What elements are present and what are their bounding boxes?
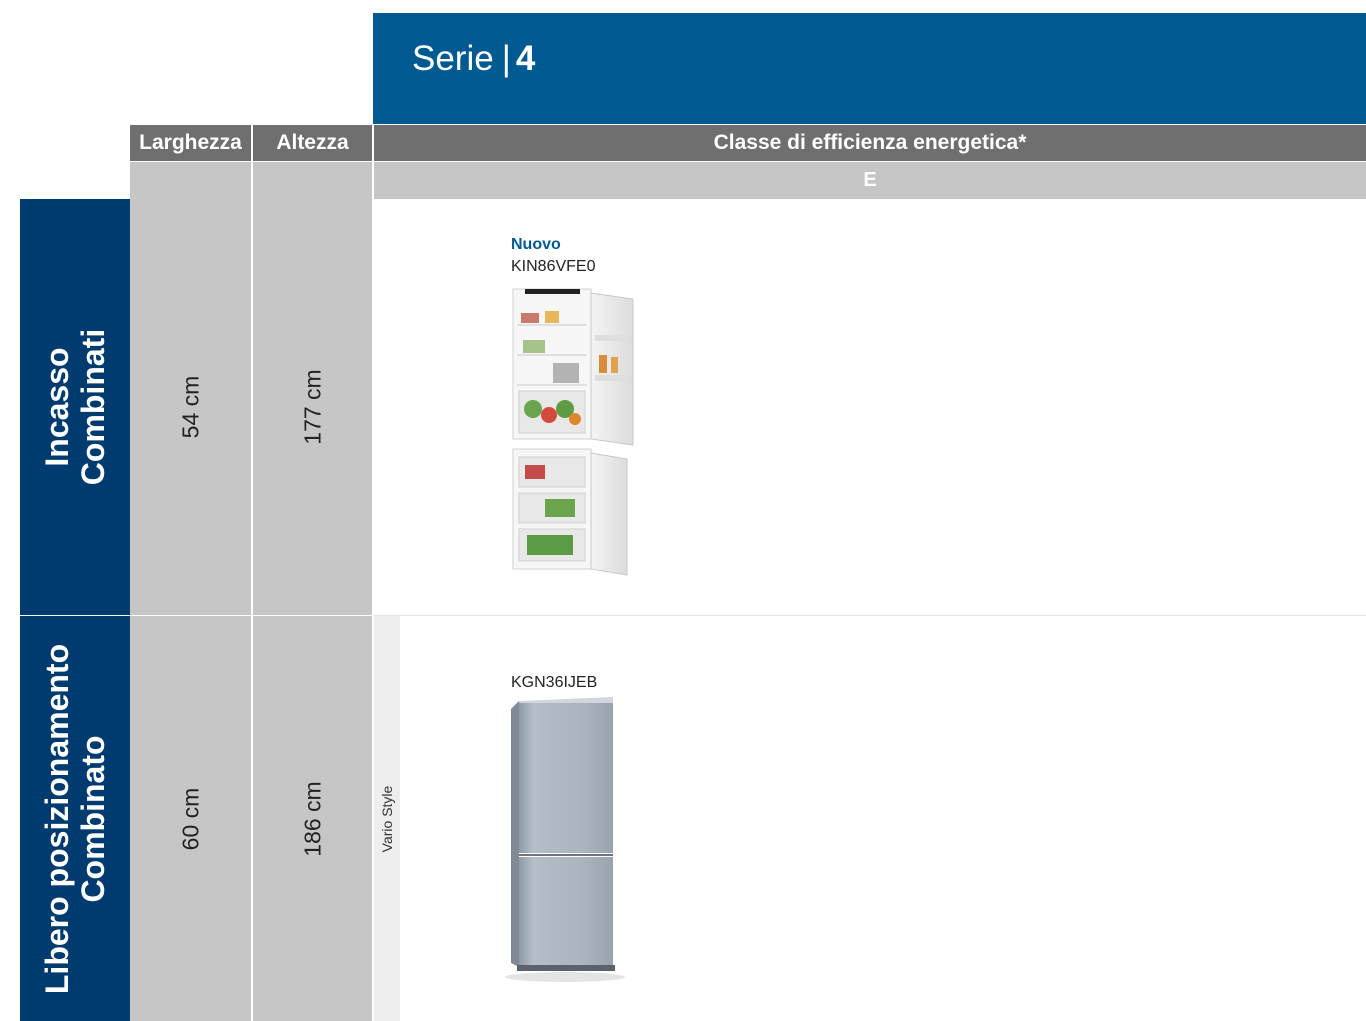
height-cell: 186 cm (253, 616, 372, 1021)
height-value: 177 cm (299, 369, 325, 445)
subheader-width (130, 162, 251, 199)
header-energy-class: Classe di efficienza energetica* (374, 125, 1366, 161)
vario-style-label: Vario Style (379, 785, 395, 852)
header-height: Altezza (253, 125, 372, 161)
category-line2: Combinato (75, 734, 111, 903)
product-model[interactable]: KGN36IJEB (511, 674, 597, 692)
width-cell: 60 cm (130, 616, 251, 1021)
header-width: Larghezza (130, 125, 251, 161)
width-value: 54 cm (177, 375, 203, 439)
row-divider (374, 615, 1366, 616)
vario-style-strip: Vario Style (374, 616, 400, 1021)
fridge-freestanding-image[interactable] (495, 695, 625, 985)
height-cell: 177 cm (253, 199, 372, 615)
series-separator: | (501, 39, 511, 78)
category-freestanding: Libero posizionamento Combinato (20, 616, 130, 1021)
new-badge: Nuovo (511, 236, 561, 253)
series-label: Serie (412, 39, 494, 78)
series-title: Serie | 4 (412, 36, 535, 82)
width-value: 60 cm (177, 787, 203, 850)
energy-class-value: E (374, 162, 1366, 199)
category-built-in: Incasso Combinati (20, 199, 130, 615)
category-line1: Libero posizionamento (39, 643, 75, 994)
width-cell: 54 cm (130, 199, 251, 615)
subheader-height (253, 162, 372, 199)
product-model[interactable]: KIN86VFE0 (511, 258, 595, 276)
fridge-builtin-image[interactable] (505, 285, 640, 580)
series-number: 4 (515, 39, 536, 78)
height-value: 186 cm (299, 780, 325, 857)
category-line2: Combinati (75, 328, 111, 486)
category-line1: Incasso (39, 347, 75, 467)
